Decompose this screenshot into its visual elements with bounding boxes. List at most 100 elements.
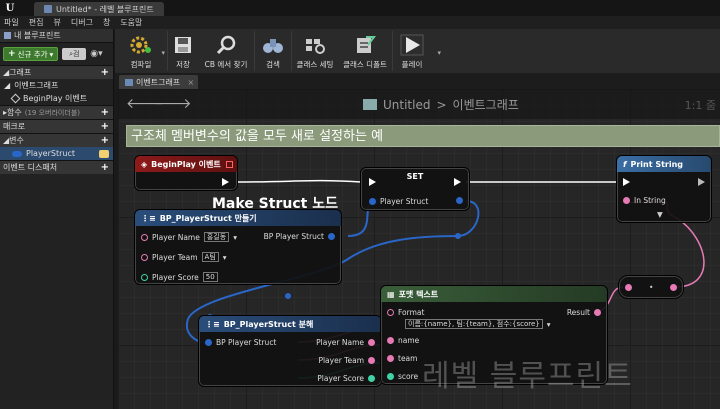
add-function-icon[interactable]: + xyxy=(101,107,109,118)
section-functions[interactable]: ▸함수 (19 오버라이더블) + xyxy=(0,105,113,119)
exec-pin-icon xyxy=(222,178,229,186)
search-input[interactable]: ⌕ 검 xyxy=(62,48,87,60)
chevron-down-icon[interactable]: ▾ xyxy=(161,49,165,57)
print-exec-in-pin[interactable] xyxy=(623,178,630,186)
make-struct-node[interactable]: ⋮≡ BP_PlayerStruct 만들기 Player Name 홍길동 ▾… xyxy=(134,209,342,285)
menu-help[interactable]: 도움말 xyxy=(120,17,142,28)
tree-item-player-struct[interactable]: PlayerStruct xyxy=(0,147,113,160)
view-options-eye-icon[interactable]: ◉▾ xyxy=(90,48,108,60)
add-graph-icon[interactable]: + xyxy=(101,67,109,78)
set-player-struct-label: Player Struct xyxy=(380,197,429,206)
set-variable-node[interactable]: SET Player Struct xyxy=(360,167,470,211)
exec-out-pin[interactable] xyxy=(222,178,229,186)
class-settings-button[interactable]: 클래스 세팅 xyxy=(292,29,338,73)
make-struct-out-pin[interactable]: BP Player Struct xyxy=(264,232,335,241)
break-name-out-pin[interactable]: Player Name xyxy=(316,338,375,347)
exec-pin-icon xyxy=(454,178,461,186)
make-team-pin[interactable]: Player Team A팀 ▾ xyxy=(141,252,227,262)
chevron-down-icon[interactable]: ▾ xyxy=(437,49,441,57)
menu-edit[interactable]: 편집 xyxy=(29,17,44,28)
tree-item-event-graph[interactable]: ◢ 이벤트그래프 xyxy=(0,79,113,92)
format-team-label: team xyxy=(398,354,418,363)
format-value[interactable]: 이름:{name}, 팀:{team}, 점수:{score} xyxy=(405,319,543,329)
menu-file[interactable]: 파일 xyxy=(4,17,19,28)
format-pin[interactable]: Format xyxy=(387,308,424,317)
play-button[interactable]: 플레이 ▾ xyxy=(393,29,441,73)
document-tab[interactable]: Untitled* - 레벨 블루프린트 xyxy=(34,2,164,16)
text-pin-icon xyxy=(387,355,394,362)
chevron-down-icon[interactable]: ▾ xyxy=(223,253,227,262)
section-graphs-label: 그래프 xyxy=(9,68,32,77)
make-score-value[interactable]: 50 xyxy=(202,272,218,282)
graph-canvas[interactable]: 🡐 🡒 Untitled > 이벤트그래프 1:1 줌 구조체 멤버변수의 값을… xyxy=(118,89,720,409)
set-exec-out-pin[interactable] xyxy=(454,178,461,186)
conv-in-pin[interactable] xyxy=(625,284,632,291)
plus-icon: + xyxy=(8,49,16,59)
break-score-out-pin[interactable]: Player Score xyxy=(317,374,375,383)
make-team-value[interactable]: A팀 xyxy=(201,252,219,262)
class-defaults-button[interactable]: 클래스 디폴트 xyxy=(338,29,392,73)
tree-item-beginplay[interactable]: BeginPlay 이벤트 xyxy=(0,92,113,105)
add-macro-icon[interactable]: + xyxy=(101,121,109,132)
blueprint-icon xyxy=(44,5,52,13)
chevron-down-icon[interactable]: ▾ xyxy=(233,233,237,242)
print-in-string-pin[interactable]: In String xyxy=(623,196,666,205)
reroute-knot[interactable] xyxy=(455,233,461,239)
format-name-pin[interactable]: name xyxy=(387,336,419,345)
section-macros-label: 매크로 xyxy=(3,122,26,131)
compile-button[interactable]: 컴파일 ▾ xyxy=(115,29,167,73)
section-macros[interactable]: 매크로 + xyxy=(0,119,113,133)
beginplay-event-node[interactable]: ◈ BeginPlay 이벤트 xyxy=(134,155,238,191)
close-icon[interactable]: × xyxy=(187,78,194,87)
format-value-field[interactable]: 이름:{name}, 팀:{team}, 점수:{score} ▾ xyxy=(405,319,550,329)
print-string-node[interactable]: f Print String In String ▼ xyxy=(616,155,712,223)
print-node-header: f Print String xyxy=(617,156,711,172)
format-team-pin[interactable]: team xyxy=(387,354,417,363)
break-struct-in-pin[interactable]: BP Player Struct xyxy=(205,338,276,347)
int-pin-icon xyxy=(141,273,148,281)
text-pin-icon xyxy=(368,357,375,364)
break-team-out-pin[interactable]: Player Team xyxy=(318,356,375,365)
visibility-eye-icon[interactable] xyxy=(99,149,109,158)
section-variables[interactable]: ◢변수 + xyxy=(0,133,113,147)
make-name-value[interactable]: 홍길동 xyxy=(203,232,230,242)
make-name-pin[interactable]: Player Name 홍길동 ▾ xyxy=(141,232,237,242)
main-toolbar: 컴파일 ▾ 저장 CB 에서 찾기 검색 클래스 세팅 클래스 디폴트 플레이 … xyxy=(115,29,720,73)
text-pin-icon xyxy=(141,253,148,261)
section-graphs[interactable]: ◢그래프 + xyxy=(0,65,113,79)
break-struct-node[interactable]: ⋮≡ BP_PlayerStruct 분해 BP Player Struct P… xyxy=(198,315,382,387)
break-name-label: Player Name xyxy=(316,338,364,347)
text-to-string-node[interactable]: • xyxy=(618,275,684,299)
exec-pin-icon xyxy=(623,178,630,186)
make-name-label: Player Name xyxy=(152,232,200,242)
add-variable-icon[interactable]: + xyxy=(101,135,109,146)
set-exec-in-pin[interactable] xyxy=(369,178,376,186)
my-blueprint-tab[interactable]: 내 블루프린트 xyxy=(0,29,113,43)
search-button-label: 검색 xyxy=(266,60,280,69)
set-output-pin[interactable] xyxy=(456,197,463,204)
chevron-down-icon[interactable]: ▾ xyxy=(547,320,551,329)
my-blueprint-tab-label: 내 블루프린트 xyxy=(14,31,61,40)
search-button[interactable]: 검색 xyxy=(255,29,291,73)
tab-event-graph[interactable]: 이벤트그래프 × xyxy=(119,75,199,89)
struct-icon: ⋮≡ xyxy=(205,319,220,329)
delegate-pin-icon[interactable] xyxy=(226,160,233,168)
section-event-dispatchers[interactable]: 이벤트 디스패처 + xyxy=(0,160,113,174)
section-event-dispatchers-label: 이벤트 디스패처 xyxy=(3,163,58,172)
set-player-struct-pin[interactable]: Player Struct xyxy=(369,197,428,206)
add-dispatcher-icon[interactable]: + xyxy=(101,162,109,173)
menu-window[interactable]: 창 xyxy=(103,17,110,28)
advanced-expand-icon[interactable]: ▼ xyxy=(657,210,663,219)
reroute-knot[interactable] xyxy=(285,293,291,299)
menu-debug[interactable]: 디버그 xyxy=(71,17,93,28)
save-button[interactable]: 저장 xyxy=(168,29,198,73)
conv-out-pin[interactable] xyxy=(670,284,677,291)
format-result-pin[interactable]: Result xyxy=(567,308,601,317)
menu-view[interactable]: 뷰 xyxy=(53,17,60,28)
add-new-button[interactable]: + 신규 추가 ▾ xyxy=(3,47,59,61)
format-score-pin[interactable]: score xyxy=(387,372,418,381)
make-score-pin[interactable]: Player Score 50 xyxy=(141,272,218,282)
graph-tab-bar: 이벤트그래프 × xyxy=(115,73,720,89)
find-in-cb-button[interactable]: CB 에서 찾기 xyxy=(198,29,254,73)
print-exec-out-pin[interactable] xyxy=(698,178,705,186)
